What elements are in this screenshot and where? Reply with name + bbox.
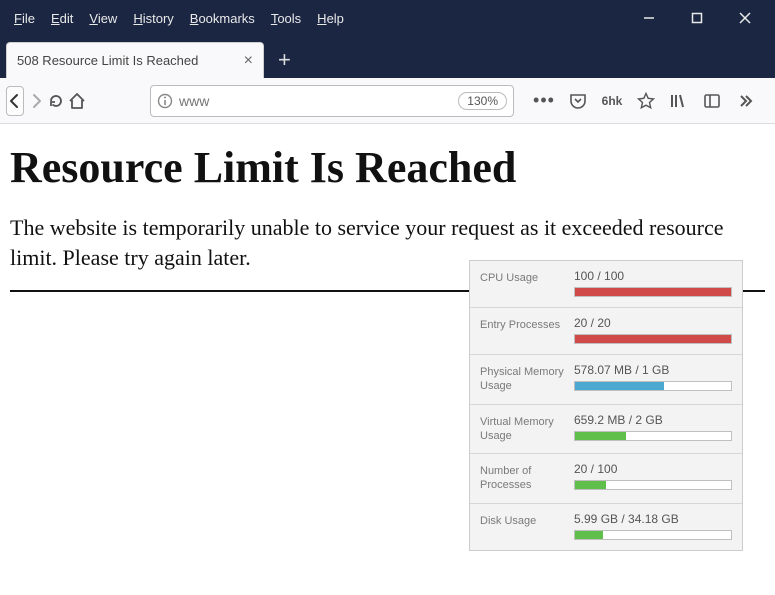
bookmark-button[interactable] [632,87,660,115]
menu-history[interactable]: History [125,7,181,30]
new-tab-button[interactable]: + [264,42,305,78]
menu-bar: File Edit View History Bookmarks Tools H… [0,0,775,36]
tab-title: 508 Resource Limit Is Reached [17,53,198,68]
zoom-indicator[interactable]: 130% [458,92,507,110]
badge-label: 6hk [598,87,626,115]
usage-row-label: CPU Usage [480,269,574,297]
library-button[interactable] [664,87,692,115]
menu-file[interactable]: File [6,7,43,30]
resource-usage-panel: CPU Usage100 / 100Entry Processes20 / 20… [469,260,743,551]
forward-arrow-icon [28,93,44,109]
usage-row-label: Entry Processes [480,316,574,344]
menu-tools[interactable]: Tools [263,7,309,30]
menu-bookmarks[interactable]: Bookmarks [182,7,263,30]
tab-strip: 508 Resource Limit Is Reached × + [0,36,775,78]
usage-row: Entry Processes20 / 20 [470,308,742,355]
info-icon [157,93,173,109]
menu-help[interactable]: Help [309,7,352,30]
reload-button[interactable] [48,86,64,116]
usage-row-label: Disk Usage [480,512,574,540]
usage-row-value: 5.99 GB / 34.18 GB [574,512,732,526]
menu-view[interactable]: View [81,7,125,30]
usage-bar-fill [575,382,664,390]
close-icon [739,12,751,24]
pocket-button[interactable] [564,87,592,115]
usage-row-value: 659.2 MB / 2 GB [574,413,732,427]
page-content: Resource Limit Is Reached The website is… [0,124,775,595]
star-icon [637,92,655,110]
usage-bar [574,287,732,297]
pocket-icon [569,92,587,110]
page-title: Resource Limit Is Reached [10,142,765,193]
usage-bar [574,381,732,391]
usage-row-value: 20 / 100 [574,462,732,476]
usage-row: Physical Memory Usage578.07 MB / 1 GB [470,355,742,405]
window-minimize-button[interactable] [627,4,671,32]
window-maximize-button[interactable] [675,4,719,32]
forward-button[interactable] [28,86,44,116]
sidebar-button[interactable] [698,87,726,115]
usage-bar [574,334,732,344]
window-close-button[interactable] [723,4,767,32]
usage-row: Virtual Memory Usage659.2 MB / 2 GB [470,405,742,455]
usage-bar-fill [575,481,606,489]
page-actions-button[interactable]: ••• [530,87,558,115]
back-button[interactable] [6,86,24,116]
usage-row-value: 20 / 20 [574,316,732,330]
library-icon [669,92,687,110]
url-input[interactable] [179,93,452,109]
usage-row-label: Virtual Memory Usage [480,413,574,444]
usage-bar-fill [575,288,731,296]
reload-icon [48,93,64,109]
menu-edit[interactable]: Edit [43,7,81,30]
url-bar[interactable]: 130% [150,85,514,117]
maximize-icon [691,12,703,24]
browser-tab[interactable]: 508 Resource Limit Is Reached × [6,42,264,78]
navigation-bar: 130% ••• 6hk [0,78,775,124]
usage-bar [574,480,732,490]
tab-close-button[interactable]: × [244,52,253,70]
usage-row-value: 100 / 100 [574,269,732,283]
usage-row-label: Number of Processes [480,462,574,493]
sidebar-icon [703,92,721,110]
usage-row-label: Physical Memory Usage [480,363,574,394]
usage-row: Number of Processes20 / 100 [470,454,742,504]
usage-row: CPU Usage100 / 100 [470,261,742,308]
minimize-icon [643,12,655,24]
usage-bar-fill [575,335,731,343]
home-icon [68,92,86,110]
usage-bar-fill [575,432,626,440]
usage-row: Disk Usage5.99 GB / 34.18 GB [470,504,742,550]
usage-bar-fill [575,531,603,539]
usage-row-value: 578.07 MB / 1 GB [574,363,732,377]
chevron-double-right-icon [738,93,754,109]
back-arrow-icon [7,93,23,109]
overflow-button[interactable] [732,87,760,115]
usage-bar [574,530,732,540]
usage-bar [574,431,732,441]
home-button[interactable] [68,86,86,116]
